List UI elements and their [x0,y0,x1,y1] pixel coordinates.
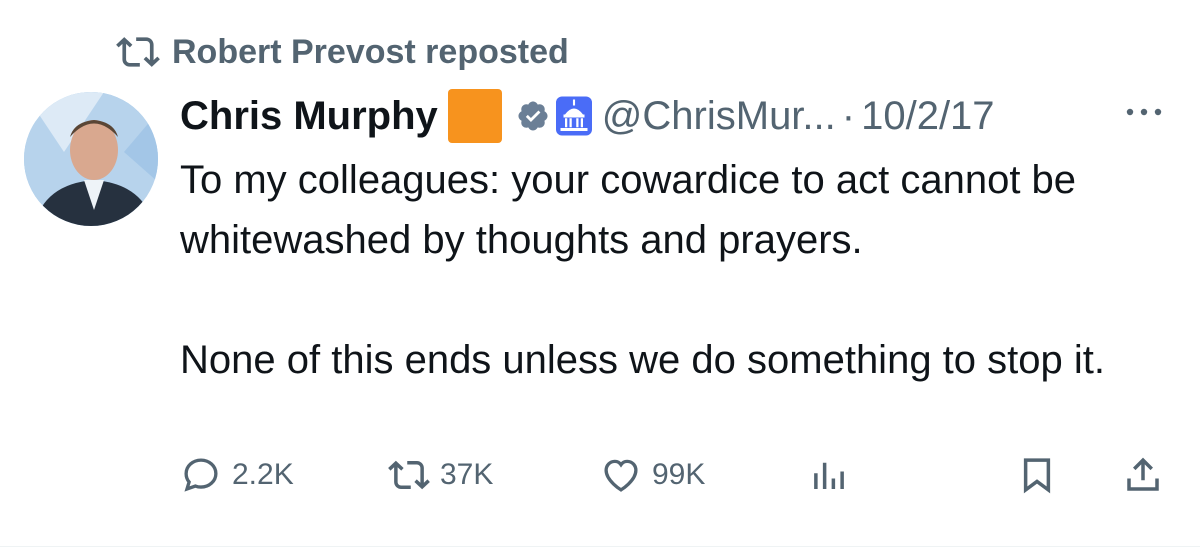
like-button[interactable]: 99K [600,450,705,500]
bookmark-icon [1023,458,1051,494]
reply-count: 2.2K [232,458,294,491]
share-icon [1127,457,1159,491]
repost-icon [388,460,430,490]
heart-icon [604,459,638,492]
like-count: 99K [652,458,706,491]
tweet-date[interactable]: 10/2/17 [861,94,994,139]
bookmark-button[interactable] [1016,450,1058,500]
repost-button[interactable]: 37K [388,450,493,500]
author-name[interactable]: Chris Murphy [180,94,438,139]
verified-icon[interactable] [516,99,550,133]
separator-dot: · [841,93,856,138]
more-options-icon[interactable] [1122,102,1166,122]
avatar-photo [24,92,158,226]
repost-label: Robert Prevost reposted [172,32,569,71]
views-icon [814,462,844,489]
tweet-paragraph: None of this ends unless we do something… [180,338,1105,382]
tweet-paragraph: To my colleagues: your cowardice to act … [180,158,1077,262]
share-button[interactable] [1122,450,1164,500]
reply-icon [184,458,218,492]
avatar[interactable] [24,92,158,226]
views-button[interactable] [808,450,850,500]
divider [0,546,1200,547]
repost-count: 37K [440,458,494,491]
tweet-header: Chris Murphy @ChrisMur... · 10/2/17 [180,88,995,144]
author-handle[interactable]: @ChrisMur... [602,94,836,139]
action-bar: 2.2K 37K 99K [180,450,1170,500]
repost-header[interactable]: Robert Prevost reposted [116,30,569,74]
tweet-body: To my colleagues: your cowardice to act … [180,150,1180,390]
capitol-badge-icon[interactable] [555,96,592,136]
orange-square-emoji [447,89,502,143]
repost-icon [116,37,160,67]
reply-button[interactable]: 2.2K [180,450,294,500]
